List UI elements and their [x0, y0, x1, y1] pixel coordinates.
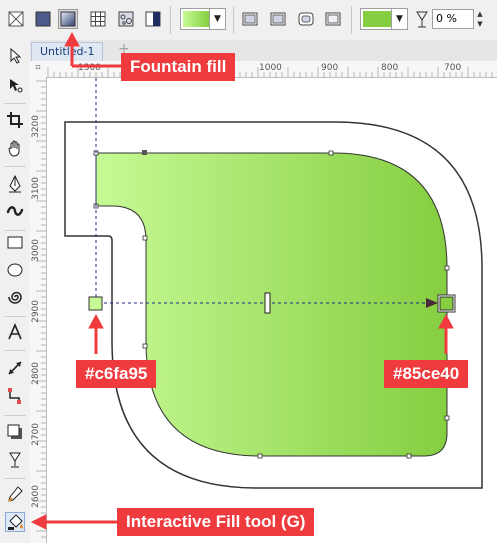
linear-fountain-icon: [242, 12, 258, 26]
drop-shadow-tool[interactable]: [5, 422, 25, 442]
conical-fountain-button[interactable]: [296, 9, 316, 29]
path-node[interactable]: [142, 343, 148, 349]
callout-end-color: #85ce40: [384, 360, 469, 388]
uniform-fill-button[interactable]: [33, 9, 53, 29]
interactive-fill-tool[interactable]: [5, 512, 25, 532]
pattern-fill-icon: [90, 11, 106, 27]
gradient-midpoint-slider[interactable]: [264, 292, 271, 314]
toolbox: [0, 40, 31, 543]
connector-tool[interactable]: [5, 386, 25, 406]
chevron-down-icon: ▼: [391, 9, 407, 29]
rectangular-fountain-button[interactable]: [323, 9, 343, 29]
texture-fill-button[interactable]: [116, 9, 136, 29]
rectangle-tool[interactable]: [5, 232, 25, 252]
rectangle-icon: [7, 236, 23, 249]
elliptical-fountain-button[interactable]: [268, 9, 288, 29]
ruler-label: 700: [444, 63, 462, 73]
node-color-picker[interactable]: ▼: [360, 8, 408, 30]
postscript-fill-icon: [145, 11, 161, 27]
path-node[interactable]: [142, 235, 148, 241]
callout-start-color: #c6fa95: [76, 360, 157, 388]
ruler-label: 1000: [259, 63, 282, 73]
fountain-fill-button[interactable]: [58, 9, 78, 29]
ruler-origin[interactable]: ⌗: [30, 61, 47, 78]
ruler-label: 1300: [78, 63, 101, 73]
transparency-tool[interactable]: [5, 450, 25, 470]
crop-icon: [7, 112, 23, 128]
callout-interactive-fill-tool: Interactive Fill tool (G): [117, 508, 315, 536]
node-color-swatch: [363, 11, 391, 27]
gradient-preview-swatch: [183, 11, 209, 27]
callout-fountain-fill: Fountain fill: [121, 53, 236, 81]
path-node[interactable]: [444, 415, 450, 421]
ruler-label: 800: [381, 63, 399, 73]
document-tab[interactable]: Untitled-1: [31, 42, 104, 61]
pattern-fill-button[interactable]: [88, 9, 108, 29]
path-node[interactable]: [406, 453, 412, 459]
eyedropper-icon: [8, 486, 23, 502]
texture-fill-icon: [118, 11, 134, 27]
paint-bucket-icon: [8, 514, 23, 530]
drawing-canvas[interactable]: [47, 78, 497, 543]
wine-glass-icon: [9, 452, 21, 468]
transparency-icon: [414, 10, 430, 34]
no-fill-icon: [8, 11, 24, 27]
dimension-tool[interactable]: [5, 358, 25, 378]
connector-icon: [8, 388, 21, 404]
ruler-label: 3200: [31, 115, 41, 138]
gradient-end-node[interactable]: [439, 296, 454, 311]
chevron-down-icon: ▼: [209, 9, 225, 29]
postscript-fill-button[interactable]: [143, 9, 163, 29]
text-a-icon: [8, 322, 22, 340]
dimension-line-icon: [8, 361, 22, 375]
vertical-ruler[interactable]: 3200 3100 3000 2900 2800 2700 2600: [30, 77, 47, 543]
transparency-input[interactable]: 0 %: [432, 9, 474, 29]
horizontal-ruler[interactable]: 1300 1000 900 800 700: [46, 61, 497, 78]
spiral-tool[interactable]: [5, 287, 25, 307]
rectangular-fountain-icon: [325, 12, 341, 26]
fountain-fill-icon: [60, 11, 76, 27]
brush-stroke-icon: [6, 206, 24, 216]
center-node[interactable]: [142, 150, 147, 155]
ruler-label: 2900: [31, 300, 41, 323]
ellipse-icon: [7, 263, 23, 277]
path-node[interactable]: [257, 453, 263, 459]
document-tab-bar: Untitled-1 +: [30, 40, 497, 61]
gradient-picker[interactable]: ▼: [180, 8, 226, 30]
ruler-label: 3000: [31, 239, 41, 262]
callout-arrow-start: [88, 313, 104, 329]
hand-icon: [8, 140, 20, 157]
transparency-spinner[interactable]: ▲ ▼: [475, 9, 485, 29]
arrow-pointer-icon: [10, 47, 22, 64]
property-bar: ▼ ▼ 0 % ▲ ▼: [0, 0, 497, 41]
shape-node-icon: [10, 79, 23, 93]
ruler-label: 900: [321, 63, 339, 73]
pan-tool[interactable]: [5, 138, 25, 158]
path-node[interactable]: [444, 265, 450, 271]
crop-tool[interactable]: [5, 110, 25, 130]
ruler-label: 2600: [31, 485, 41, 508]
ruler-label: 2700: [31, 423, 41, 446]
gradient-filled-shape[interactable]: [95, 152, 448, 457]
conical-fountain-icon: [298, 12, 314, 26]
pick-tool[interactable]: [5, 46, 25, 66]
shape-tool[interactable]: [5, 75, 25, 95]
ellipse-tool[interactable]: [5, 260, 25, 280]
drop-shadow-icon: [7, 424, 22, 439]
eyedropper-tool[interactable]: [5, 484, 25, 504]
path-node[interactable]: [328, 150, 334, 156]
elliptical-fountain-icon: [270, 12, 286, 26]
freehand-tool[interactable]: [5, 174, 25, 194]
linear-fountain-button[interactable]: [240, 9, 260, 29]
ruler-label: 2800: [31, 362, 41, 385]
gradient-start-node[interactable]: [88, 296, 103, 311]
ruler-label: 3100: [31, 177, 41, 200]
text-tool[interactable]: [5, 322, 25, 342]
pen-nib-icon: [9, 174, 21, 193]
no-fill-button[interactable]: [6, 9, 26, 29]
spiral-icon: [8, 291, 22, 304]
artistic-media-tool[interactable]: [5, 202, 25, 222]
uniform-fill-icon: [35, 11, 51, 27]
